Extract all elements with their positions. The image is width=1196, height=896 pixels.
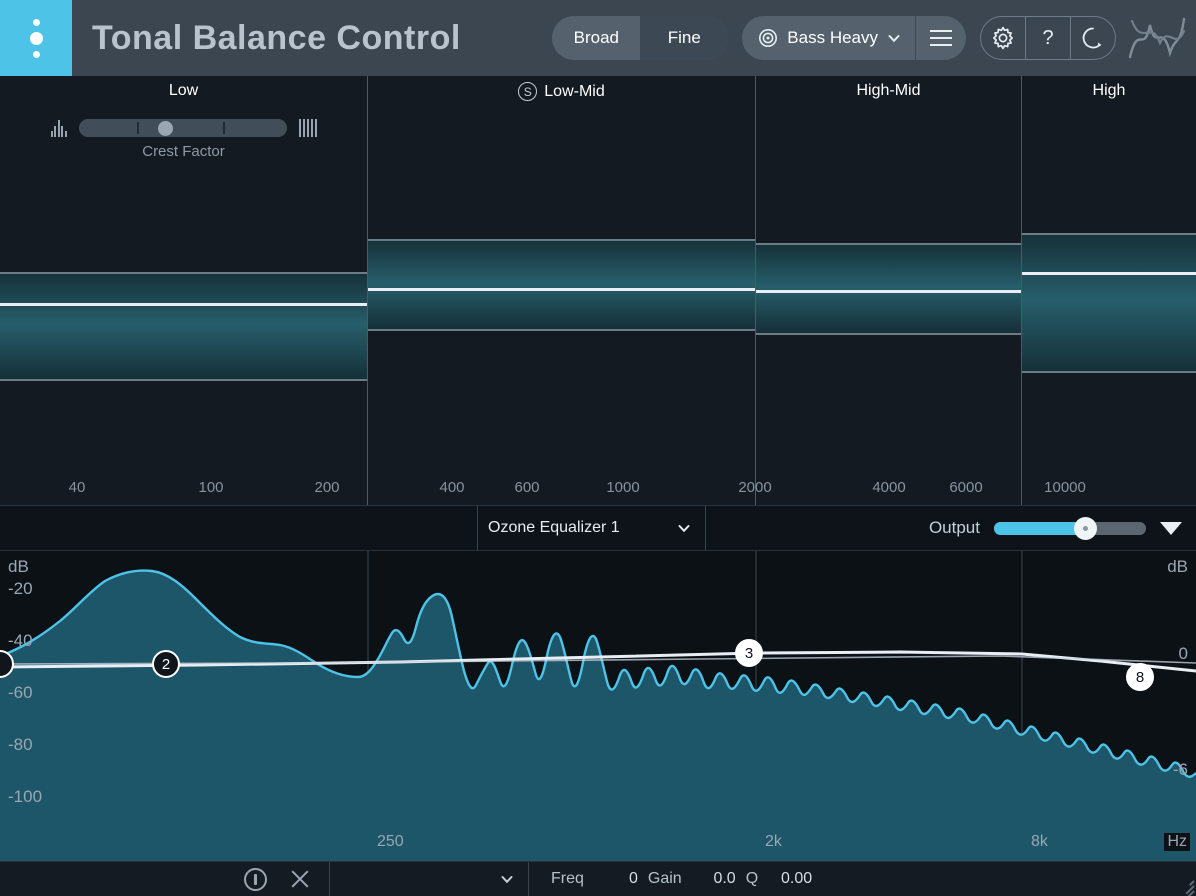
spectrum-freq-tick: 250 bbox=[377, 833, 404, 850]
solo-icon[interactable]: S bbox=[518, 82, 538, 101]
band-freq-axis-high: 10000 bbox=[1022, 479, 1196, 499]
crest-factor-label: Crest Factor bbox=[142, 143, 225, 160]
level-line-high-mid bbox=[756, 290, 1021, 293]
band-freq-axis-low: 40 100 200 bbox=[0, 479, 367, 499]
tonal-balance-control-window: Tonal Balance Control Broad Fine Bass He… bbox=[0, 0, 1196, 896]
db-tick-left: -60 bbox=[8, 683, 33, 702]
tab-fine[interactable]: Fine bbox=[640, 16, 729, 60]
hamburger-menu-icon[interactable] bbox=[916, 16, 966, 60]
band-high-mid[interactable]: High-Mid 4000 6000 bbox=[756, 76, 1022, 505]
band-title-high-mid: High-Mid bbox=[756, 82, 1021, 100]
eq-node-3[interactable]: 3 bbox=[735, 639, 763, 667]
spectrum-freq-tick: 8k bbox=[1031, 833, 1048, 850]
close-x-icon[interactable] bbox=[289, 868, 311, 890]
eq-module-select[interactable]: Ozone Equalizer 1 bbox=[478, 505, 706, 551]
freq-tick: 400 bbox=[439, 479, 465, 496]
output-label: Output bbox=[928, 518, 980, 537]
freq-tick: 600 bbox=[514, 479, 540, 496]
izotope-dots-logo bbox=[0, 0, 72, 76]
tab-broad[interactable]: Broad bbox=[552, 16, 640, 60]
level-line-high bbox=[1022, 272, 1196, 275]
output-slider[interactable] bbox=[994, 516, 1146, 540]
freq-tick: 4000 bbox=[872, 479, 906, 496]
db-tick-left: -100 bbox=[8, 787, 43, 806]
freq-tick: 10000 bbox=[1044, 479, 1086, 496]
toolbar-left-spacer bbox=[0, 505, 478, 551]
crest-factor-slider[interactable] bbox=[78, 119, 287, 137]
tonal-balance-bands-panel: Low Crest Factor 40 100 200 S Low-Mid 40… bbox=[0, 76, 1196, 505]
power-bypass-icon[interactable] bbox=[244, 867, 267, 891]
band-freq-axis-low-mid: 400 600 1000 2000 bbox=[368, 479, 771, 499]
circular-arrow-reset-icon[interactable] bbox=[1071, 17, 1115, 59]
header-icon-group: ? bbox=[980, 16, 1116, 60]
band-label: High bbox=[1092, 82, 1126, 99]
output-control: Output bbox=[928, 516, 1196, 540]
app-header: Tonal Balance Control Broad Fine Bass He… bbox=[0, 0, 1196, 76]
param-name-freq: Freq bbox=[551, 870, 584, 887]
target-icon bbox=[759, 29, 778, 47]
app-title: Tonal Balance Control bbox=[92, 18, 461, 57]
target-zone-low bbox=[0, 272, 367, 381]
preset-selector[interactable]: Bass Heavy bbox=[742, 16, 966, 60]
db-tick-left: -80 bbox=[8, 735, 33, 754]
db-unit-left: dB bbox=[8, 557, 29, 576]
db-tick-left: -20 bbox=[8, 579, 33, 598]
band-freq-axis-high-mid: 4000 6000 bbox=[756, 479, 1021, 499]
eq-toolbar: Ozone Equalizer 1 Output bbox=[0, 505, 1196, 551]
eq-module-label: Ozone Equalizer 1 bbox=[488, 519, 620, 536]
chevron-down-icon bbox=[888, 35, 900, 43]
freq-tick: 40 bbox=[68, 479, 86, 496]
param-value-q[interactable]: 0.00 bbox=[768, 870, 812, 888]
view-mode-toggle[interactable]: Broad Fine bbox=[552, 16, 729, 60]
izotope-squiggle-logo bbox=[1128, 17, 1186, 59]
freq-tick: 100 bbox=[198, 479, 224, 496]
gear-icon[interactable] bbox=[981, 17, 1025, 59]
band-label: High-Mid bbox=[856, 82, 921, 99]
level-line-low-mid bbox=[368, 288, 755, 291]
band-high[interactable]: High 10000 bbox=[1022, 76, 1196, 505]
question-mark-icon[interactable]: ? bbox=[1026, 17, 1070, 59]
band-title-high: High bbox=[1022, 82, 1196, 100]
param-name-gain: Gain bbox=[647, 870, 682, 887]
db-tick-left: -40 bbox=[8, 631, 33, 650]
bottom-parameter-bar: Freq 0 Gain 0.0 Q 0.00 bbox=[0, 861, 1196, 896]
eq-node-8[interactable]: 8 bbox=[1126, 663, 1154, 691]
freq-tick: 6000 bbox=[949, 479, 983, 496]
chevron-down-icon bbox=[678, 525, 690, 533]
target-zone-high bbox=[1022, 233, 1196, 373]
bars-icon bbox=[298, 119, 317, 137]
band-label: Low-Mid bbox=[544, 82, 605, 100]
db-tick-right: 0 bbox=[1178, 644, 1188, 663]
triangle-down-icon[interactable] bbox=[1160, 521, 1182, 535]
db-unit-right: dB bbox=[1167, 557, 1188, 576]
band-title-low-mid: S Low-Mid bbox=[368, 82, 755, 101]
freq-tick: 200 bbox=[314, 479, 340, 496]
spectrum-canvas bbox=[0, 551, 1196, 861]
svg-text:?: ? bbox=[1042, 27, 1053, 49]
level-line-low bbox=[0, 303, 367, 306]
waveform-icon bbox=[50, 119, 67, 137]
crest-factor-control: Crest Factor bbox=[0, 119, 367, 160]
db-tick-right: -6 bbox=[1172, 760, 1188, 779]
param-value-freq[interactable]: 0 bbox=[594, 870, 638, 888]
chevron-down-icon bbox=[501, 876, 513, 884]
eq-node-2[interactable]: 2 bbox=[152, 650, 180, 678]
band-label: Low bbox=[168, 82, 199, 99]
spectrum-freq-tick: 2k bbox=[765, 833, 782, 850]
preset-name: Bass Heavy bbox=[787, 28, 878, 47]
band-title-low: Low bbox=[0, 82, 367, 100]
param-name-q: Q bbox=[745, 870, 759, 887]
freq-tick: 1000 bbox=[606, 479, 640, 496]
resize-grip-icon[interactable] bbox=[1176, 876, 1195, 896]
spectrum-analyzer[interactable]: dB -20 -40 -60 -80 -100 dB 0 -6 250 2k 8… bbox=[0, 551, 1196, 861]
target-zone-high-mid bbox=[756, 243, 1021, 335]
preset-dropdown[interactable]: Bass Heavy bbox=[742, 16, 915, 60]
band-low-mid[interactable]: S Low-Mid 400 600 1000 2000 bbox=[368, 76, 772, 505]
module-select[interactable] bbox=[329, 861, 529, 896]
target-zone-low-mid bbox=[368, 239, 755, 331]
hz-unit-label: Hz bbox=[1164, 833, 1190, 851]
param-value-gain[interactable]: 0.0 bbox=[692, 870, 735, 888]
band-low[interactable]: Low Crest Factor 40 100 200 bbox=[0, 76, 368, 505]
